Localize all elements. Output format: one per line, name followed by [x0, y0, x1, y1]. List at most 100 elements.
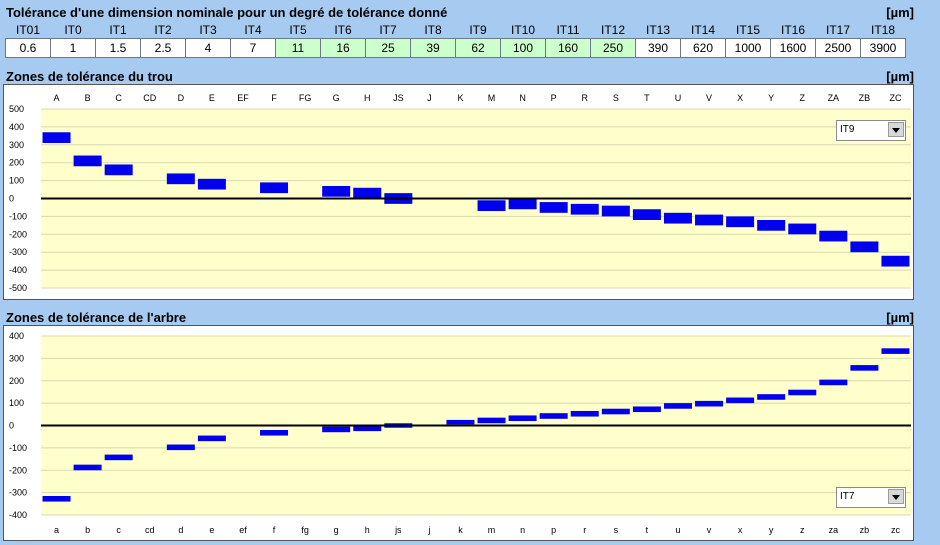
- it-grade-label: IT9: [469, 23, 487, 37]
- x-category-label: cd: [145, 525, 155, 535]
- y-tick-label: 100: [9, 398, 24, 408]
- it-grade-value: 1.5: [95, 38, 141, 58]
- x-category-label: d: [178, 525, 183, 535]
- it-grade-label: IT15: [735, 23, 760, 37]
- tolerance-bar: [508, 415, 537, 422]
- x-category-label: a: [54, 525, 59, 535]
- shaft-panel-unit: [µm]: [886, 310, 914, 325]
- x-category-label: c: [116, 525, 121, 535]
- tolerance-bar: [570, 410, 599, 417]
- tolerance-bar: [42, 495, 71, 502]
- chevron-down-icon[interactable]: [888, 489, 904, 504]
- it-grade-value: 2.5: [140, 38, 186, 58]
- hole-it-selector[interactable]: IT9: [836, 120, 906, 141]
- it-grade-label: IT1: [109, 23, 127, 37]
- tolerance-bar: [850, 241, 879, 253]
- it-grade-label: IT12: [600, 23, 625, 37]
- it-grade-value: 62: [455, 38, 501, 58]
- tolerance-bar: [73, 464, 102, 471]
- it-grade-label: IT0: [64, 23, 82, 37]
- x-category-label: r: [583, 525, 586, 535]
- x-category-label: H: [364, 93, 371, 103]
- it-grade-label: IT01: [15, 23, 40, 37]
- y-tick-label: -200: [9, 465, 27, 475]
- it-grade-value: 1000: [725, 38, 771, 58]
- it-grade-value: 1: [50, 38, 96, 58]
- it-grade-value: 620: [680, 38, 726, 58]
- tolerance-bar: [757, 394, 786, 400]
- it-grade-value: 11: [275, 38, 321, 58]
- y-tick-label: 0: [9, 421, 14, 431]
- tolerance-bar: [601, 205, 630, 217]
- it-grade-value: 0.6: [5, 38, 51, 58]
- header-unit: [µm]: [886, 5, 914, 20]
- it-grade-value: 160: [545, 38, 591, 58]
- x-category-label: C: [115, 93, 122, 103]
- it-grade-label: IT2: [154, 23, 172, 37]
- it-grade-value: 390: [635, 38, 681, 58]
- it-grade-label: IT14: [690, 23, 715, 37]
- x-category-label: V: [706, 93, 712, 103]
- tolerance-bar: [819, 230, 848, 242]
- x-category-label: U: [675, 93, 682, 103]
- x-category-label: js: [394, 525, 402, 535]
- hole-panel-title: Zones de tolérance du trou: [6, 69, 173, 84]
- tolerance-bar: [260, 182, 289, 194]
- x-category-label: Y: [768, 93, 774, 103]
- x-category-label: m: [488, 525, 496, 535]
- x-category-label: j: [427, 525, 430, 535]
- tolerance-bar: [632, 406, 661, 413]
- x-category-label: za: [829, 525, 839, 535]
- y-tick-label: 200: [9, 376, 24, 386]
- it-grade-value: 1600: [770, 38, 816, 58]
- tolerance-bar: [42, 132, 71, 144]
- it-grade-value: 4: [185, 38, 231, 58]
- tolerance-bar: [73, 155, 102, 167]
- it-grade-value: 250: [590, 38, 636, 58]
- tolerance-bar: [570, 203, 599, 215]
- tolerance-bar: [726, 397, 755, 404]
- x-category-label: FG: [299, 93, 312, 103]
- x-category-label: E: [209, 93, 215, 103]
- tolerance-bar: [881, 255, 910, 267]
- it-grade-value: 3900: [860, 38, 906, 58]
- hole-it-selector-value: IT9: [840, 124, 855, 135]
- x-category-label: J: [427, 93, 432, 103]
- tolerance-bar: [197, 435, 226, 442]
- x-category-label: N: [519, 93, 526, 103]
- hole-tolerance-chart: 500 400 300 200 100 0 -100 -200 -300 -400 -500 A B C C…: [9, 93, 911, 293]
- y-tick-label: 300: [9, 353, 24, 363]
- it-grade-value: 25: [365, 38, 411, 58]
- x-category-label: ZA: [828, 93, 840, 103]
- tolerance-bar: [539, 202, 568, 213]
- x-category-label: zc: [891, 525, 901, 535]
- x-category-label: EF: [237, 93, 249, 103]
- x-category-label: b: [85, 525, 90, 535]
- x-category-label: K: [457, 93, 463, 103]
- x-category-label: X: [737, 93, 743, 103]
- x-category-label: B: [85, 93, 91, 103]
- x-category-label: k: [458, 525, 463, 535]
- it-grade-table: IT01 IT0 IT1 IT2 IT3 IT4 IT5 IT6 IT7 IT8 IT9 IT10 IT…: [5, 22, 906, 58]
- x-category-label: n: [520, 525, 525, 535]
- tolerance-bar: [819, 379, 848, 386]
- tolerance-bar: [663, 212, 692, 224]
- y-tick-label: -400: [9, 510, 27, 520]
- chevron-down-icon[interactable]: [888, 122, 904, 137]
- it-grade-label: IT18: [870, 23, 895, 37]
- x-category-label: h: [365, 525, 370, 535]
- x-category-label: zb: [860, 525, 870, 535]
- shaft-it-selector[interactable]: IT7: [836, 487, 906, 508]
- tolerance-bar: [632, 209, 661, 220]
- x-category-label: D: [178, 93, 185, 103]
- page-title: Tolérance d'une dimension nominale pour …: [6, 5, 448, 20]
- tolerance-bar: [695, 400, 724, 407]
- x-category-label: JS: [393, 93, 404, 103]
- tolerance-bar: [757, 219, 786, 231]
- it-grade-label: IT17: [825, 23, 850, 37]
- it-grade-label: IT4: [244, 23, 262, 37]
- y-tick-label: -200: [9, 229, 27, 239]
- x-category-label: v: [707, 525, 712, 535]
- it-grade-label: IT10: [510, 23, 535, 37]
- tolerance-bar: [166, 173, 195, 185]
